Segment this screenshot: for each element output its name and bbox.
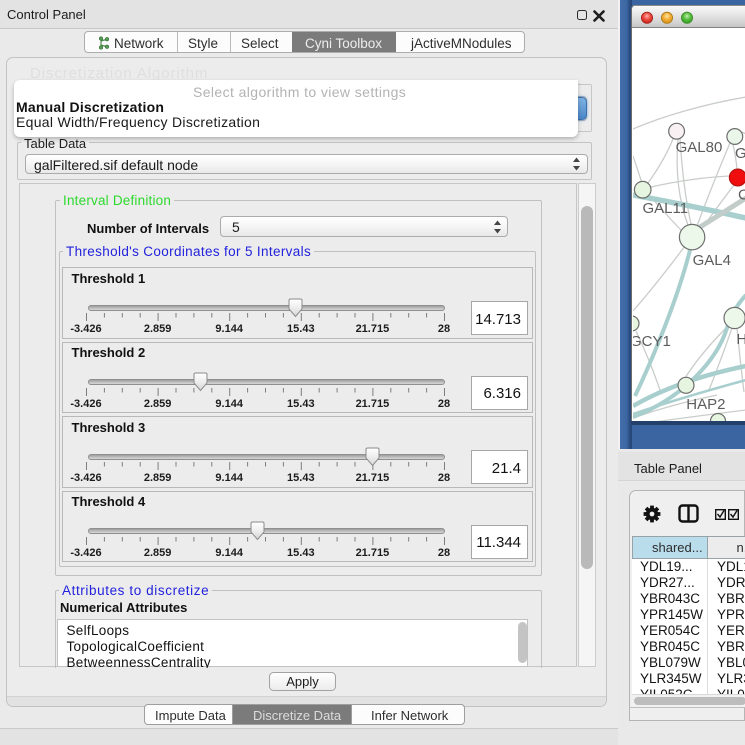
svg-text:GAL80: GAL80 xyxy=(676,139,723,156)
svg-text:GAL2: GAL2 xyxy=(735,145,745,162)
svg-text:GAL11: GAL11 xyxy=(643,200,689,217)
svg-text:GAL4: GAL4 xyxy=(693,252,731,269)
svg-text:HA: HA xyxy=(736,331,745,348)
svg-text:CD: CD xyxy=(738,187,745,204)
svg-text:GCY1: GCY1 xyxy=(633,333,671,350)
svg-text:HAP2: HAP2 xyxy=(686,396,725,413)
